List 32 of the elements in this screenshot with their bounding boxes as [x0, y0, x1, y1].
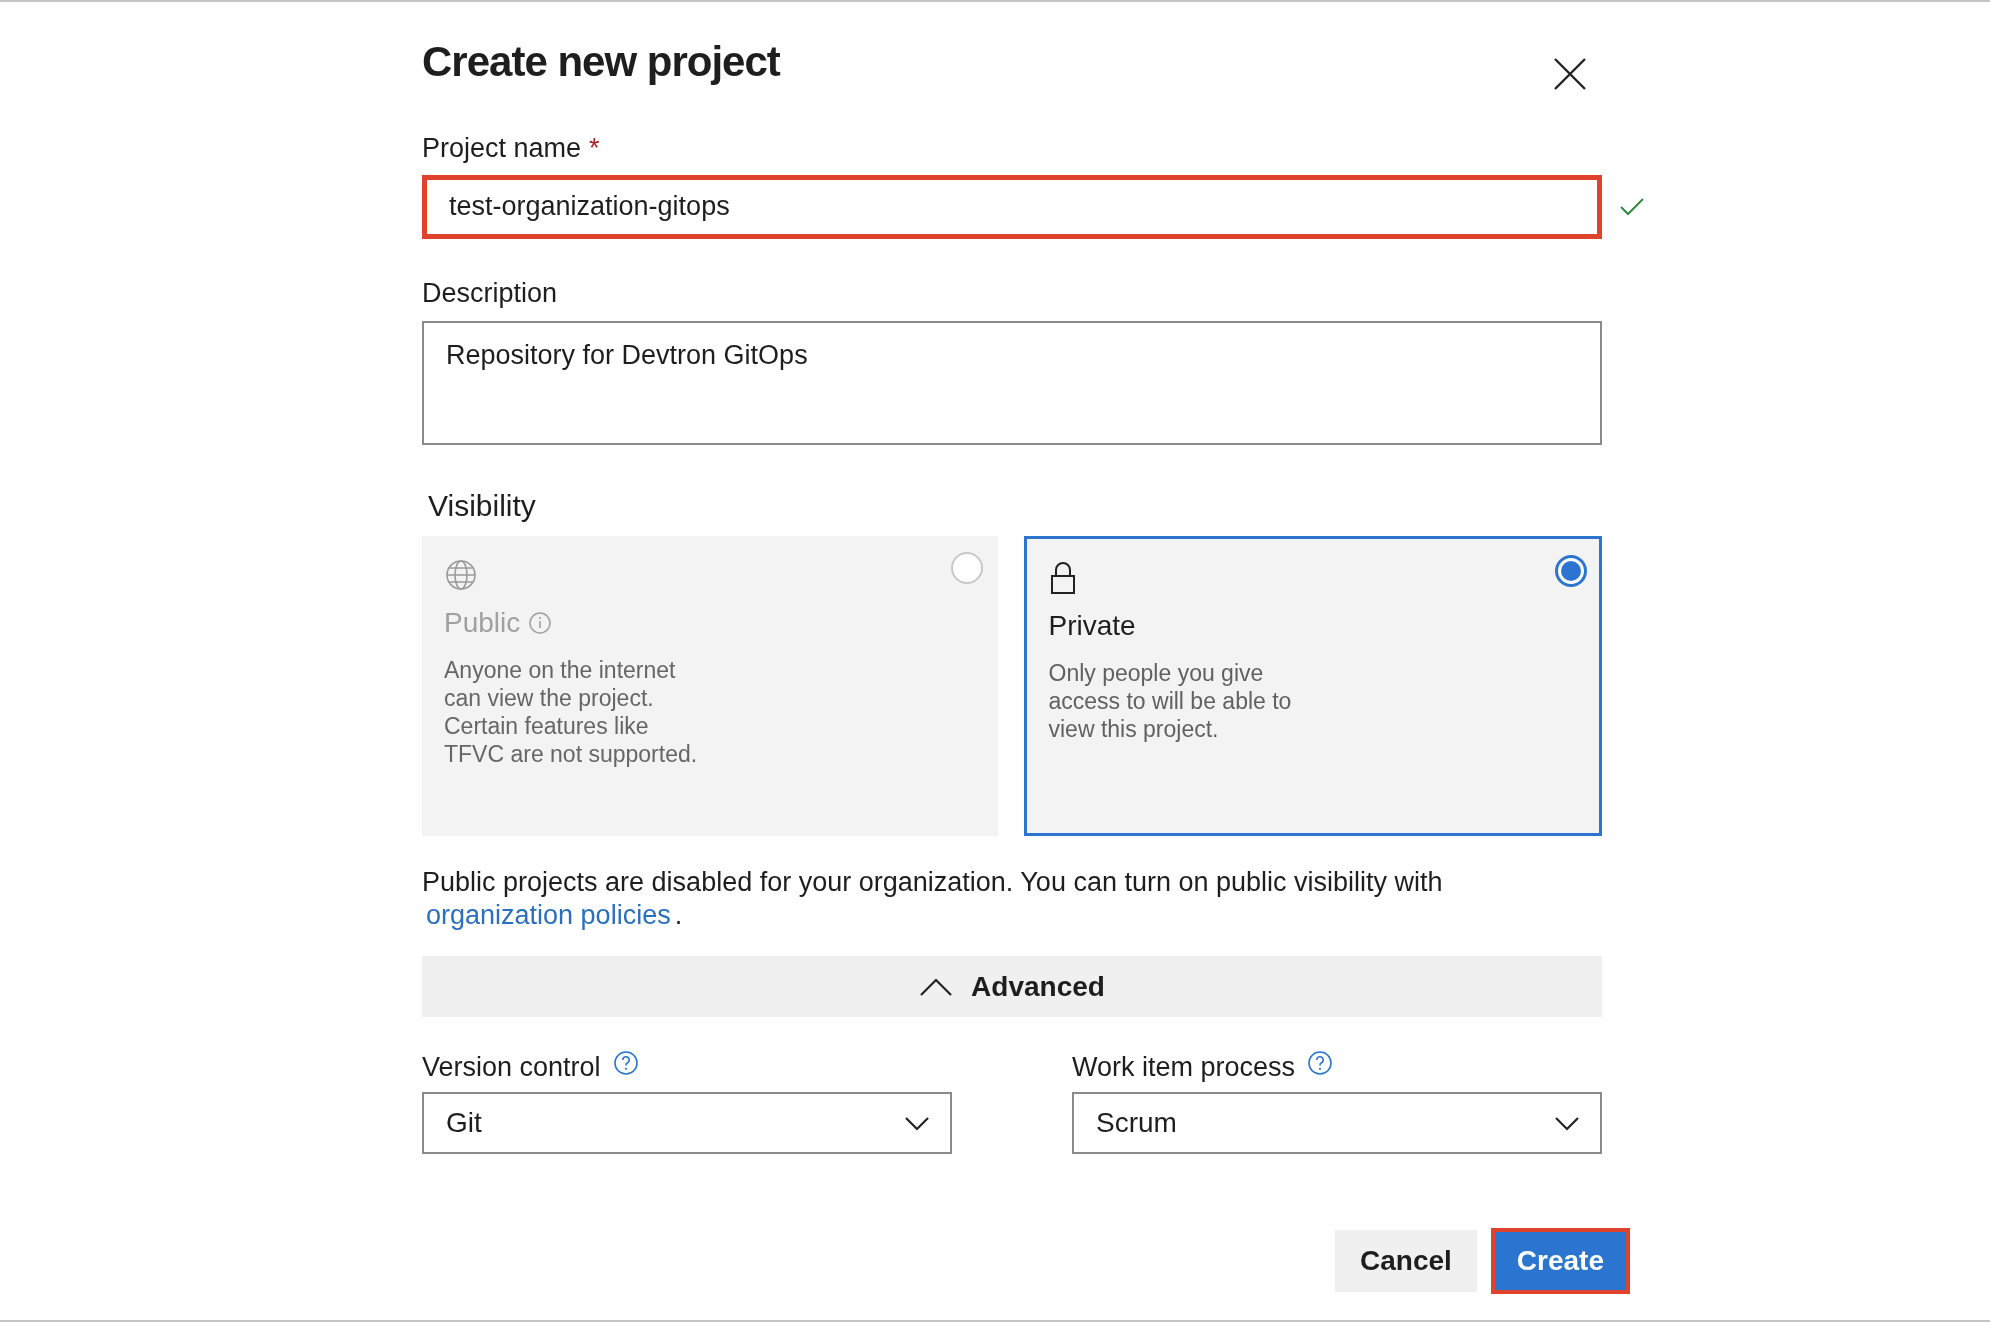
field-label: Description — [422, 276, 559, 310]
lock-icon — [1048, 561, 1077, 595]
help-icon[interactable] — [1307, 1050, 1334, 1077]
option-title: Private — [1048, 609, 1136, 643]
dropdown[interactable]: Scrum — [1072, 1091, 1602, 1154]
field-label: Work item process — [1072, 1051, 1296, 1084]
required-mark: * — [589, 132, 600, 165]
chevron-up-icon — [919, 976, 954, 997]
radio-button[interactable] — [1555, 555, 1587, 587]
dialog-title: Create new project — [422, 37, 780, 87]
option-description: Only people you give access to will be able to view this project. — [1048, 659, 1292, 743]
policy-notice: Public projects are disabled for your organization. You can turn on public visibility with organization policies. — [422, 866, 1444, 932]
organization-policies-link[interactable]: organization policies — [426, 900, 671, 930]
field-label: Project name — [422, 132, 582, 165]
description-field[interactable]: Repository for Devtron GitOps — [422, 321, 1602, 445]
option-title: Public — [444, 606, 521, 640]
option-description: Anyone on the internet can view the project. Certain features like TFVC are not supported. — [444, 656, 698, 768]
info-icon — [528, 611, 553, 635]
globe-icon — [444, 558, 478, 592]
chevron-down-icon — [904, 1114, 930, 1131]
create-button[interactable]: Create — [1492, 1229, 1628, 1292]
section-heading: Visibility — [428, 488, 537, 524]
chevron-down-icon — [1554, 1114, 1580, 1131]
project-name-field[interactable]: test-organization-gitops — [422, 174, 1602, 239]
help-icon[interactable] — [612, 1050, 639, 1077]
period-text: . — [674, 900, 683, 930]
field-label: Version control — [422, 1051, 601, 1084]
visibility-option-card[interactable]: Private Only people you give access to will be able to view this project. — [1023, 536, 1602, 836]
close-icon[interactable] — [1552, 56, 1588, 92]
dropdown[interactable]: Git — [422, 1091, 952, 1154]
advanced-toggle[interactable]: Advanced — [422, 956, 1602, 1017]
cancel-button[interactable]: Cancel — [1335, 1229, 1477, 1292]
